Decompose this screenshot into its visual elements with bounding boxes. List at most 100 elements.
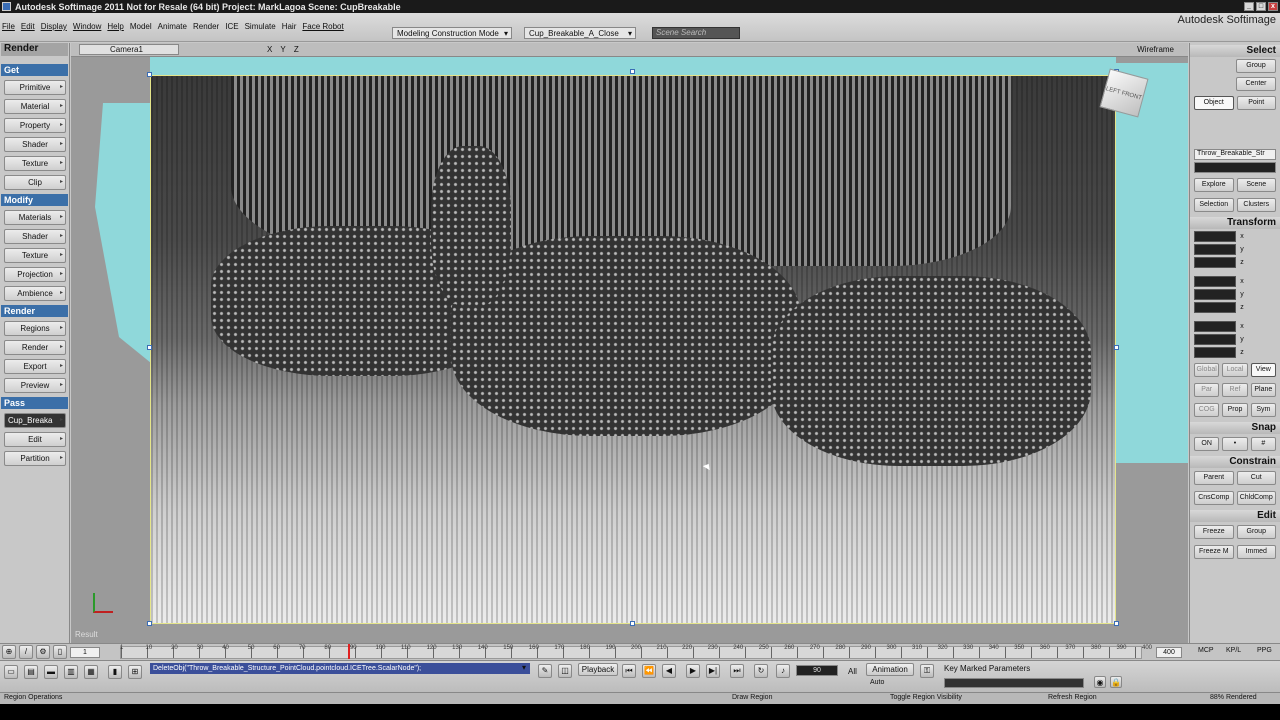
- get-shader-button[interactable]: Shader: [4, 137, 66, 152]
- translate-x-field[interactable]: [1194, 321, 1236, 332]
- camera-viewport[interactable]: Camera1 X Y Z Wireframe LEFT FRONT Resul…: [71, 43, 1188, 643]
- selection-filter-field[interactable]: [1194, 162, 1276, 173]
- menu-help[interactable]: Help: [107, 22, 123, 31]
- layout-split-icon[interactable]: ▤: [24, 665, 38, 679]
- sym-button[interactable]: Sym: [1250, 403, 1276, 417]
- current-frame-field[interactable]: 90: [796, 665, 838, 676]
- ppg-tab[interactable]: PPG: [1257, 647, 1272, 654]
- pass-edit-button[interactable]: Edit: [4, 432, 66, 447]
- cut-button[interactable]: Cut: [1236, 471, 1276, 485]
- view-button[interactable]: View: [1250, 363, 1276, 377]
- explore-button[interactable]: Explore: [1194, 178, 1234, 192]
- region-handle[interactable]: [630, 621, 635, 626]
- command-line[interactable]: DeleteObj("Throw_Breakable_Structure_Poi…: [150, 663, 530, 674]
- construction-mode-dropdown[interactable]: Modeling Construction Mode ▾: [392, 27, 512, 39]
- play-icon[interactable]: ▶: [686, 664, 700, 678]
- layout-tall-icon[interactable]: ▮: [108, 665, 122, 679]
- go-start-icon[interactable]: ⏮: [622, 664, 636, 678]
- ref-button[interactable]: Ref: [1222, 383, 1248, 397]
- menu-edit[interactable]: Edit: [21, 22, 35, 31]
- key-icon[interactable]: ⚿: [920, 664, 934, 678]
- region-handle[interactable]: [147, 621, 152, 626]
- playback-menu-button[interactable]: Playback: [578, 663, 618, 676]
- region-handle[interactable]: [630, 69, 635, 74]
- get-clip-button[interactable]: Clip: [4, 175, 66, 190]
- prop-button[interactable]: Prop: [1222, 403, 1248, 417]
- menu-animate[interactable]: Animate: [158, 22, 187, 31]
- kpl-tab[interactable]: KP/L: [1226, 647, 1241, 654]
- modify-texture-button[interactable]: Texture: [4, 248, 66, 263]
- animation-layer-field[interactable]: [944, 678, 1084, 688]
- snap-on-toggle[interactable]: ON: [1194, 437, 1220, 451]
- immed-button[interactable]: Immed: [1236, 545, 1276, 559]
- menu-display[interactable]: Display: [41, 22, 67, 31]
- brush-icon[interactable]: /: [19, 645, 33, 659]
- layout-single-icon[interactable]: ▭: [4, 665, 18, 679]
- menu-model[interactable]: Model: [130, 22, 152, 31]
- minimize-button[interactable]: _: [1244, 2, 1254, 11]
- step-forward-icon[interactable]: ▶|: [706, 664, 720, 678]
- get-property-button[interactable]: Property: [4, 118, 66, 133]
- select-group-button[interactable]: Group: [1236, 59, 1276, 73]
- scene-search-input[interactable]: Scene Search: [652, 27, 740, 39]
- get-material-button[interactable]: Material: [4, 99, 66, 114]
- region-handle[interactable]: [147, 345, 152, 350]
- snap-point-icon[interactable]: •: [1222, 437, 1248, 451]
- maximize-button[interactable]: □: [1256, 2, 1266, 11]
- menu-render[interactable]: Render: [193, 22, 219, 31]
- lock-icon[interactable]: ◫: [558, 664, 572, 678]
- go-end-icon[interactable]: ⏭: [730, 664, 744, 678]
- chldcomp-button[interactable]: ChldComp: [1236, 491, 1276, 505]
- render-preview-button[interactable]: Preview: [4, 378, 66, 393]
- selection-button[interactable]: Selection: [1194, 198, 1234, 212]
- render-region[interactable]: [150, 75, 1116, 624]
- select-center-button[interactable]: Center: [1236, 77, 1276, 91]
- layout-side-icon[interactable]: ▥: [64, 665, 78, 679]
- menu-simulate[interactable]: Simulate: [245, 22, 276, 31]
- modify-ambience-button[interactable]: Ambience: [4, 286, 66, 301]
- layout-quad-icon[interactable]: ⊞: [128, 665, 142, 679]
- scale-x-field[interactable]: [1194, 231, 1236, 242]
- scale-y-field[interactable]: [1194, 244, 1236, 255]
- chevron-down-icon[interactable]: ▾: [522, 663, 526, 672]
- rotate-y-field[interactable]: [1194, 289, 1236, 300]
- render-regions-button[interactable]: Regions: [4, 321, 66, 336]
- freeze-button[interactable]: Freeze: [1194, 525, 1234, 539]
- cnscomp-button[interactable]: CnsComp: [1194, 491, 1234, 505]
- rotate-x-field[interactable]: [1194, 276, 1236, 287]
- all-button[interactable]: All: [848, 667, 857, 676]
- pass-selector[interactable]: Cup_Breaka: [4, 413, 66, 428]
- menu-face-robot[interactable]: Face Robot: [302, 22, 343, 31]
- modify-shader-button[interactable]: Shader: [4, 229, 66, 244]
- layout-grid-icon[interactable]: ▦: [84, 665, 98, 679]
- render-render-button[interactable]: Render: [4, 340, 66, 355]
- audio-icon[interactable]: ♪: [776, 664, 790, 678]
- selected-object-field[interactable]: Throw_Breakable_Str: [1194, 149, 1276, 160]
- cog-button[interactable]: COG: [1194, 403, 1220, 417]
- end-frame-field[interactable]: 400: [1156, 647, 1182, 658]
- step-back-icon[interactable]: ◀: [662, 664, 676, 678]
- auto-key-toggle[interactable]: Auto: [870, 679, 884, 686]
- snap-grid-icon[interactable]: #: [1250, 437, 1276, 451]
- prev-key-icon[interactable]: ⏪: [642, 664, 656, 678]
- region-handle[interactable]: [1114, 621, 1119, 626]
- translate-z-field[interactable]: [1194, 347, 1236, 358]
- record-icon[interactable]: ◉: [1094, 676, 1106, 688]
- loop-icon[interactable]: ↻: [754, 664, 768, 678]
- modify-materials-button[interactable]: Materials: [4, 210, 66, 225]
- clusters-button[interactable]: Clusters: [1236, 198, 1276, 212]
- parent-button[interactable]: Parent: [1194, 471, 1234, 485]
- camera-selector[interactable]: Camera1: [79, 44, 179, 55]
- group-button[interactable]: Group: [1236, 525, 1276, 539]
- toolbar-mode-title[interactable]: Render: [1, 43, 68, 56]
- modify-projection-button[interactable]: Projection: [4, 267, 66, 282]
- script-editor-icon[interactable]: ✎: [538, 664, 552, 678]
- select-object-button[interactable]: Object: [1194, 96, 1234, 110]
- menu-ice[interactable]: ICE: [225, 22, 238, 31]
- axis-toggles[interactable]: X Y Z: [267, 45, 302, 54]
- get-texture-button[interactable]: Texture: [4, 156, 66, 171]
- select-point-button[interactable]: Point: [1236, 96, 1276, 110]
- global-button[interactable]: Global: [1194, 363, 1220, 377]
- freeze-m-button[interactable]: Freeze M: [1194, 545, 1234, 559]
- scene-button[interactable]: Scene: [1236, 178, 1276, 192]
